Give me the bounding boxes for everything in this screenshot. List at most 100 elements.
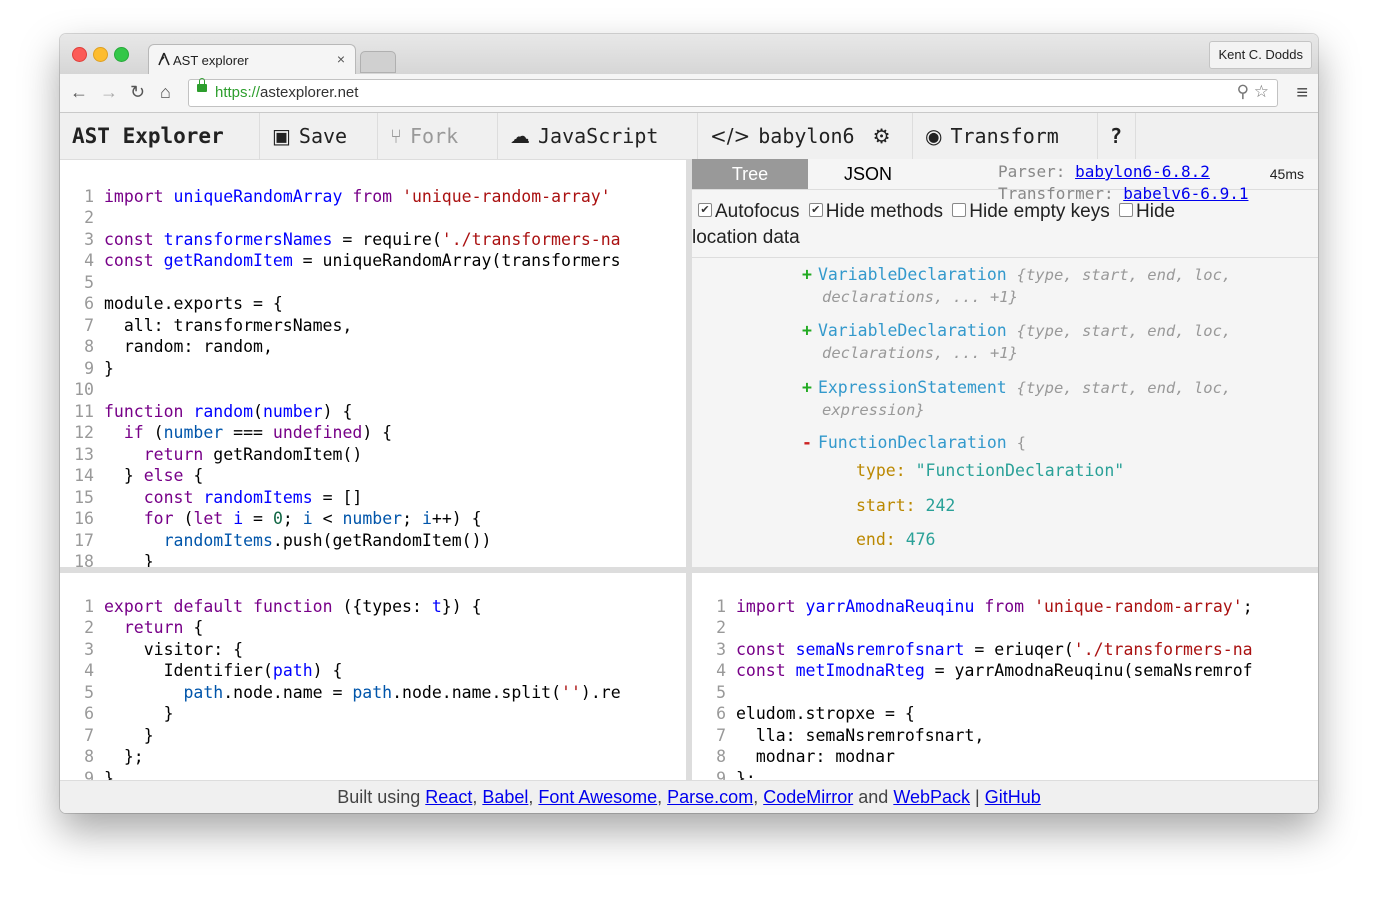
tree-node[interactable]: + VariableDeclaration {type, start, end, … bbox=[802, 320, 1231, 364]
code-line: 12 if (number === undefined) { bbox=[74, 423, 393, 442]
code-icon: </> bbox=[710, 124, 751, 148]
fork-button[interactable]: ⑂ Fork bbox=[378, 113, 498, 159]
code-line: 17 randomItems.push(getRandomItem()) bbox=[74, 530, 492, 550]
code-line: 6 } bbox=[84, 704, 174, 723]
code-line: 9} bbox=[84, 358, 114, 378]
code-line: 3 const semaNsremrofsnart = eriuqer('./tr… bbox=[716, 639, 1253, 659]
zoom-icon[interactable]: ⚲ bbox=[1237, 82, 1249, 101]
app-toolbar: AST Explorer ▣ Save ⑂ Fork ☁ JavaScript </>… bbox=[60, 113, 1318, 160]
url-field[interactable]: https://astexplorer.net ⚲ ☆ bbox=[188, 78, 1278, 107]
back-icon[interactable]: ← bbox=[70, 82, 88, 103]
code-line: 14 } else { bbox=[74, 466, 204, 485]
save-icon: ▣ bbox=[272, 124, 291, 148]
help-button[interactable]: ? bbox=[1098, 113, 1136, 159]
code-line: 1 export default function ({types: t}) { bbox=[84, 596, 482, 616]
toggle-icon: ◉ bbox=[925, 124, 943, 148]
tab-close-icon[interactable]: × bbox=[337, 51, 345, 67]
footer: Built using React, Babel, Font Awesome, … bbox=[60, 780, 1318, 813]
code-line: 2 bbox=[84, 208, 94, 227]
cloud-icon: ☁ bbox=[510, 124, 530, 148]
forward-icon[interactable]: → bbox=[100, 82, 118, 103]
webpack-link[interactable]: WebPack bbox=[893, 787, 970, 807]
parse-link[interactable]: Parse.com bbox=[667, 787, 753, 807]
url-host: astexplorer.net bbox=[260, 84, 359, 101]
code-line: 1 import uniqueRandomArray from 'unique-r… bbox=[84, 186, 611, 206]
code-line: 6 eludom.stropxe = { bbox=[716, 704, 915, 723]
tab-json[interactable]: JSON bbox=[808, 159, 928, 189]
code-line: 2 bbox=[716, 618, 726, 637]
code-line: 18 } bbox=[74, 552, 154, 567]
tree-body: + VariableDeclaration {type, start, end, … bbox=[692, 257, 1318, 549]
hide-location-checkbox[interactable] bbox=[1119, 203, 1134, 218]
home-icon[interactable]: ⌂ bbox=[160, 82, 171, 103]
menu-icon[interactable]: ≡ bbox=[1296, 82, 1308, 105]
bookmark-star-icon[interactable]: ☆ bbox=[1254, 82, 1269, 101]
codemirror-link[interactable]: CodeMirror bbox=[763, 787, 853, 807]
horizontal-splitter[interactable] bbox=[60, 567, 1318, 573]
code-line: 16 for (let i = 0; i < number; i++) { bbox=[74, 509, 482, 528]
tree-node[interactable]: - FunctionDeclaration { bbox=[802, 432, 1026, 454]
babel-link[interactable]: Babel bbox=[482, 787, 528, 807]
github-link[interactable]: GitHub bbox=[985, 787, 1041, 807]
autofocus-checkbox[interactable]: ✔ bbox=[698, 203, 712, 218]
code-line: 4 const getRandomItem = uniqueRandomArray… bbox=[84, 251, 621, 270]
tree-property: type: "FunctionDeclaration" bbox=[856, 461, 1125, 480]
profile-button[interactable]: Kent C. Dodds bbox=[1209, 41, 1312, 69]
tree-property: end: 476 bbox=[856, 530, 936, 549]
output-editor[interactable]: 1 import yarrAmodnaReuqinu from 'unique-r… bbox=[692, 574, 1318, 780]
new-tab-button[interactable] bbox=[360, 51, 396, 73]
parser-button[interactable]: </> babylon6 ⚙ bbox=[698, 113, 913, 159]
code-line: 8 random: random, bbox=[84, 337, 273, 356]
zoom-window-button[interactable] bbox=[114, 47, 129, 62]
code-line: 8 modnar: modnar bbox=[716, 747, 895, 766]
browser-tab[interactable]: AST explorer × bbox=[148, 44, 356, 75]
code-line: 13 return getRandomItem() bbox=[74, 444, 363, 464]
code-line: 1 import yarrAmodnaReuqinu from 'unique-r… bbox=[716, 596, 1253, 616]
reload-icon[interactable]: ↻ bbox=[130, 82, 145, 103]
parse-time: 45ms bbox=[1269, 166, 1304, 182]
tab-title: AST explorer bbox=[173, 53, 249, 68]
code-line: 7 all: transformersNames, bbox=[84, 315, 353, 335]
hide-empty-keys-checkbox[interactable] bbox=[952, 203, 967, 218]
tree-options: ✔ Autofocus ✔ Hide methods Hide empty keys… bbox=[692, 201, 1176, 248]
code-line: 15 const randomItems = [] bbox=[74, 487, 363, 507]
code-line: 10 bbox=[74, 380, 94, 399]
hide-methods-checkbox[interactable]: ✔ bbox=[808, 203, 823, 218]
code-line: 9} bbox=[84, 768, 114, 781]
title-bar: AST explorer × Kent C. Dodds bbox=[60, 34, 1318, 75]
browser-window: AST explorer × Kent C. Dodds ← → ↻ ⌂ htt… bbox=[60, 34, 1318, 813]
app-title: AST Explorer bbox=[60, 113, 260, 159]
parser-link[interactable]: babylon6-6.8.2 bbox=[1075, 162, 1210, 181]
save-button[interactable]: ▣ Save bbox=[260, 113, 378, 159]
ast-tree-panel: Tree JSON Parser: babylon6-6.8.2 Transfo… bbox=[692, 159, 1318, 567]
tab-tree[interactable]: Tree bbox=[692, 159, 808, 189]
code-line: 5 bbox=[716, 682, 726, 702]
code-line: 11 function random(number) { bbox=[74, 401, 353, 421]
ast-logo-icon bbox=[158, 52, 170, 66]
lock-icon bbox=[197, 78, 207, 92]
minimize-window-button[interactable] bbox=[93, 47, 108, 62]
code-line: 2 return { bbox=[84, 618, 204, 637]
font-awesome-link[interactable]: Font Awesome bbox=[538, 787, 657, 807]
code-line: 9}; bbox=[716, 768, 756, 781]
code-line: 6 module.exports = { bbox=[84, 294, 283, 313]
code-line: 3 visitor: { bbox=[84, 639, 244, 659]
code-line: 5 bbox=[84, 272, 94, 292]
code-line: 5 path.node.name = path.node.name.split(… bbox=[84, 682, 621, 702]
code-line: 4 Identifier(path) { bbox=[84, 661, 343, 680]
source-editor[interactable]: 1 import uniqueRandomArray from 'unique-r… bbox=[60, 164, 686, 568]
tree-node[interactable]: + VariableDeclaration {type, start, end, … bbox=[802, 264, 1231, 308]
address-bar: ← → ↻ ⌂ https://astexplorer.net ⚲ ☆ ≡ bbox=[60, 74, 1318, 113]
close-window-button[interactable] bbox=[72, 47, 87, 62]
transform-editor[interactable]: 1 export default function ({types: t}) { 2… bbox=[60, 574, 686, 781]
code-line: 8 }; bbox=[84, 747, 144, 766]
react-link[interactable]: React bbox=[425, 787, 472, 807]
transform-button[interactable]: ◉ Transform bbox=[913, 113, 1098, 159]
code-line: 7 } bbox=[84, 725, 154, 745]
code-line: 4 const metImodnaRteg = yarrAmodnaReuqinu… bbox=[716, 661, 1253, 680]
gear-icon[interactable]: ⚙ bbox=[873, 124, 891, 148]
tree-node[interactable]: + ExpressionStatement {type, start, end, … bbox=[802, 377, 1231, 421]
language-button[interactable]: ☁ JavaScript bbox=[498, 113, 698, 159]
tree-property: start: 242 bbox=[856, 496, 956, 515]
url-scheme: https:// bbox=[215, 84, 261, 101]
